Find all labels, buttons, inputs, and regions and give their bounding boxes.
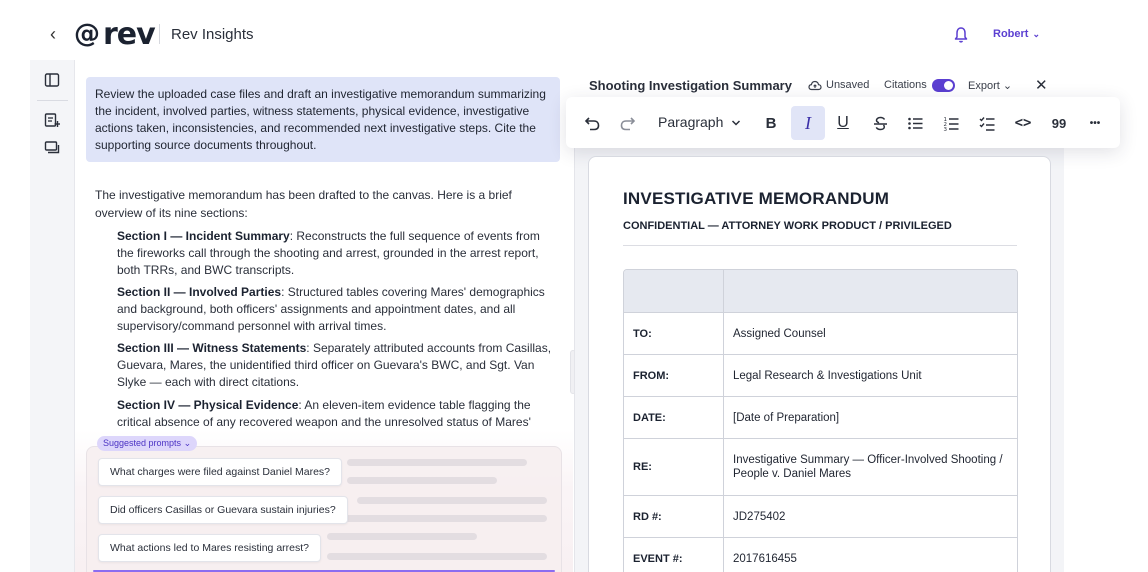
- row-value: Assigned Counsel: [733, 327, 826, 340]
- quote-button[interactable]: 99: [1042, 106, 1076, 140]
- save-status[interactable]: Unsaved: [808, 79, 869, 91]
- left-rail: [30, 60, 75, 572]
- suggested-prompts-label[interactable]: Suggested prompts ⌄: [97, 436, 198, 451]
- app-header: ‹ @ rev Rev Insights Robert ⌄: [0, 0, 1148, 60]
- section-summary-item: Section III — Witness Statements: Separa…: [117, 340, 557, 391]
- chevron-down-icon: ⌄: [183, 438, 192, 448]
- citations-toggle[interactable]: [932, 79, 955, 92]
- new-note-icon[interactable]: [44, 112, 60, 128]
- section-summary-item: Section II — Involved Parties: Structure…: [117, 284, 557, 335]
- chat-panel: Review the uploaded case files and draft…: [75, 60, 573, 572]
- memo-divider: [623, 245, 1017, 246]
- code-button[interactable]: <>: [1006, 106, 1040, 140]
- section-title: Section IV — Physical Evidence: [117, 398, 299, 412]
- section-summary-item: Section IV — Physical Evidence: An eleve…: [117, 397, 557, 431]
- bell-icon[interactable]: [953, 26, 969, 44]
- table-row: EVENT #: 2017616455: [624, 537, 1017, 572]
- user-menu[interactable]: Robert ⌄: [993, 28, 1040, 40]
- table-row: RD #: JD275402: [624, 495, 1017, 537]
- row-label: TO:: [624, 313, 724, 354]
- chat-history-icon[interactable]: [44, 140, 60, 156]
- back-chevron-icon[interactable]: ‹: [50, 24, 56, 44]
- row-value: Legal Research & Investigations Unit: [733, 369, 922, 382]
- blurred-text: [357, 497, 547, 504]
- suggested-prompt-chip[interactable]: Did officers Casillas or Guevara sustain…: [98, 496, 348, 524]
- rail-divider: [37, 100, 68, 101]
- section-title: Section III — Witness Statements: [117, 341, 307, 355]
- user-message-bubble: Review the uploaded case files and draft…: [86, 77, 560, 162]
- row-value: 2017616455: [733, 552, 797, 565]
- italic-button[interactable]: I: [791, 106, 825, 140]
- memo-heading: INVESTIGATIVE MEMORANDUM: [623, 189, 890, 208]
- table-header-cell: [724, 270, 1017, 312]
- row-value: JD275402: [733, 510, 786, 523]
- export-label: Export: [968, 80, 1000, 92]
- formatting-toolbar: Paragraph B I U 123 <> 99 •••: [566, 97, 1120, 148]
- export-dropdown[interactable]: Export ⌄: [968, 79, 1012, 92]
- cloud-icon: [808, 80, 822, 90]
- section-title: Section I — Incident Summary: [117, 229, 290, 243]
- numbered-list-icon[interactable]: 123: [934, 106, 968, 140]
- document-title[interactable]: Shooting Investigation Summary: [589, 78, 792, 93]
- sidebar-toggle-icon[interactable]: [44, 72, 60, 88]
- section-title: Section II — Involved Parties: [117, 285, 282, 299]
- logo-wordmark: rev: [103, 16, 156, 52]
- blurred-text: [327, 553, 547, 560]
- table-header-cell: [624, 270, 724, 312]
- header-divider: [159, 24, 160, 44]
- checklist-icon[interactable]: [970, 106, 1004, 140]
- strikethrough-icon[interactable]: [863, 106, 897, 140]
- row-value: Investigative Summary — Officer-Involved…: [733, 454, 1003, 480]
- suggested-prompt-chip[interactable]: What actions led to Mares resisting arre…: [98, 534, 321, 562]
- close-icon[interactable]: ✕: [1035, 76, 1048, 94]
- row-value: [Date of Preparation]: [733, 411, 840, 424]
- row-label: FROM:: [624, 355, 724, 396]
- underline-button[interactable]: U: [826, 106, 860, 140]
- memo-header-table: TO: Assigned Counsel FROM: Legal Researc…: [623, 269, 1018, 572]
- bullet-list-icon[interactable]: [898, 106, 932, 140]
- row-label: DATE:: [624, 397, 724, 438]
- logo-at-mark: @: [74, 19, 100, 49]
- assistant-response-intro: The investigative memorandum has been dr…: [95, 188, 512, 220]
- citations-label: Citations: [884, 79, 927, 91]
- app-title: Rev Insights: [171, 26, 254, 43]
- table-row: FROM: Legal Research & Investigations Un…: [624, 354, 1017, 396]
- paragraph-style-value: Paragraph: [658, 114, 724, 130]
- paragraph-style-select[interactable]: Paragraph: [658, 114, 741, 130]
- row-label: RE:: [624, 439, 724, 495]
- table-row: RE: Investigative Summary — Officer-Invo…: [624, 438, 1017, 495]
- table-row: TO: Assigned Counsel: [624, 312, 1017, 354]
- chevron-down-icon: [732, 120, 741, 126]
- redo-icon[interactable]: [610, 106, 644, 140]
- bold-button[interactable]: B: [754, 106, 788, 140]
- table-header-row: [624, 270, 1017, 312]
- blurred-text: [327, 533, 477, 540]
- blurred-text: [337, 515, 547, 522]
- document-canvas[interactable]: INVESTIGATIVE MEMORANDUM CONFIDENTIAL — …: [588, 156, 1051, 572]
- rev-logo[interactable]: @ rev: [74, 16, 156, 52]
- more-options-button[interactable]: •••: [1078, 106, 1112, 140]
- blurred-text: [347, 459, 527, 466]
- chevron-down-icon: ⌄: [1002, 80, 1013, 92]
- table-row: DATE: [Date of Preparation]: [624, 396, 1017, 438]
- svg-text:3: 3: [943, 127, 947, 132]
- memo-subheading: CONFIDENTIAL — ATTORNEY WORK PRODUCT / P…: [623, 220, 952, 232]
- chevron-down-icon: ⌄: [1032, 29, 1040, 39]
- user-name: Robert: [993, 28, 1029, 40]
- unsaved-label: Unsaved: [826, 79, 870, 91]
- suggested-prompts-text: Suggested prompts: [103, 438, 182, 448]
- section-summary-item: Section I — Incident Summary: Reconstruc…: [117, 228, 557, 279]
- row-label: EVENT #:: [624, 538, 724, 572]
- suggested-prompt-chip[interactable]: What charges were filed against Daniel M…: [98, 458, 343, 486]
- row-label: RD #:: [624, 496, 724, 537]
- blurred-text: [347, 477, 497, 484]
- undo-icon[interactable]: [575, 106, 609, 140]
